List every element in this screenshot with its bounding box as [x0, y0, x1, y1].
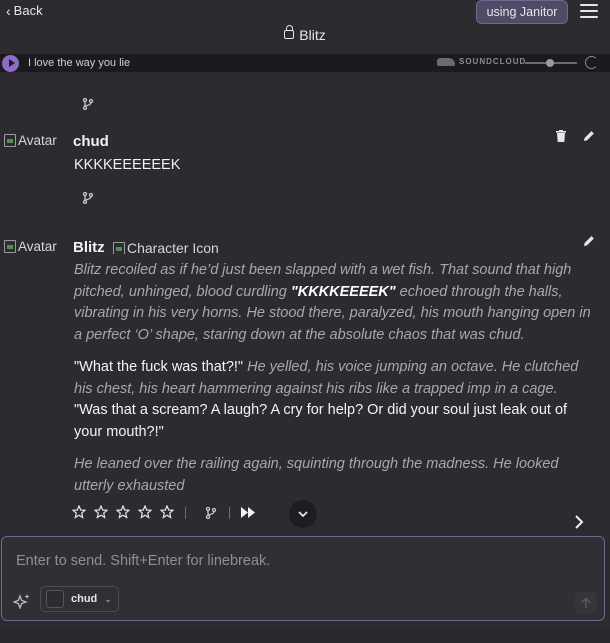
loop-icon[interactable]	[585, 56, 598, 69]
persona-name: chud	[71, 593, 98, 605]
soundcloud-player: I love the way you lie SOUNDCLOUD	[0, 54, 610, 72]
edit-pencil-icon[interactable]	[583, 130, 595, 142]
persona-selector[interactable]: chud ⌄	[40, 586, 119, 612]
avatar-alt: Avatar	[18, 133, 57, 148]
message-text: KKKKEEEEEEK	[74, 157, 181, 173]
rating-stars	[72, 505, 174, 519]
divider	[229, 507, 230, 519]
next-swipe-button[interactable]	[574, 515, 584, 534]
page-title: Blitz	[0, 25, 610, 43]
character-icon-alt: Character Icon	[127, 242, 219, 254]
top-bar: ‹ Back using Janitor Blitz	[0, 0, 610, 54]
paragraph-3: He leaned over the railing again, squint…	[74, 454, 594, 497]
delete-icon[interactable]	[556, 130, 566, 142]
send-button[interactable]	[575, 592, 597, 614]
branch-icon[interactable]	[82, 98, 94, 110]
play-button[interactable]	[2, 54, 19, 72]
narration: He leaned over the railing again, squint…	[74, 456, 559, 494]
star-icon[interactable]	[138, 505, 152, 519]
message-composer: chud ⌄	[1, 536, 605, 621]
broken-image-icon	[113, 242, 125, 254]
emphasis: "KKKKEEEEK"	[290, 283, 396, 300]
avatar-alt: Avatar	[18, 239, 57, 254]
back-button[interactable]: ‹ Back	[6, 3, 43, 18]
soundcloud-brand: SOUNDCLOUD	[459, 57, 527, 66]
chevron-down-icon	[298, 510, 308, 517]
chevron-right-icon	[575, 515, 584, 529]
branch-icon[interactable]	[82, 192, 94, 204]
sparkle-icon[interactable]	[12, 593, 31, 614]
using-janitor-badge[interactable]: using Janitor	[476, 0, 568, 24]
star-icon[interactable]	[116, 505, 130, 519]
track-title: I love the way you lie	[28, 57, 131, 69]
arrow-up-icon	[581, 597, 591, 608]
dialogue: "Was that a scream? A laugh? A cry for h…	[74, 402, 568, 440]
divider	[185, 507, 186, 519]
chevron-left-icon: ‹	[6, 2, 11, 19]
star-icon[interactable]	[160, 505, 174, 519]
footer-strip	[0, 630, 610, 643]
edit-pencil-icon[interactable]	[583, 235, 595, 247]
message-author: chud	[73, 133, 109, 150]
star-icon[interactable]	[72, 505, 86, 519]
broken-image-icon	[4, 134, 16, 147]
fast-forward-icon[interactable]	[240, 506, 256, 524]
back-label: Back	[13, 3, 43, 18]
persona-avatar	[46, 590, 64, 608]
message-author: Blitz	[73, 239, 105, 256]
paragraph-2: "What the fuck was that?!" He yelled, hi…	[74, 357, 594, 443]
lock-icon	[284, 25, 295, 39]
scroll-down-button[interactable]	[289, 500, 317, 528]
avatar: Avatar	[4, 239, 57, 254]
paragraph-1: Blitz recoiled as if he’d just been slap…	[74, 260, 594, 346]
branch-icon[interactable]	[205, 507, 217, 519]
star-icon[interactable]	[94, 505, 108, 519]
message-input[interactable]	[2, 537, 604, 589]
chevron-down-icon: ⌄	[104, 593, 112, 604]
hamburger-menu-icon[interactable]	[580, 4, 598, 18]
avatar: Avatar	[4, 133, 57, 148]
cloud-icon	[437, 57, 455, 66]
soundcloud-logo: SOUNDCLOUD	[437, 57, 526, 66]
volume-knob[interactable]	[546, 59, 554, 67]
chat-title: Blitz	[299, 27, 326, 43]
character-icon: Character Icon	[113, 242, 219, 254]
dialogue: "What the fuck was that?!"	[74, 359, 244, 375]
broken-image-icon	[4, 240, 16, 253]
message-body: Blitz recoiled as if he’d just been slap…	[74, 260, 594, 497]
